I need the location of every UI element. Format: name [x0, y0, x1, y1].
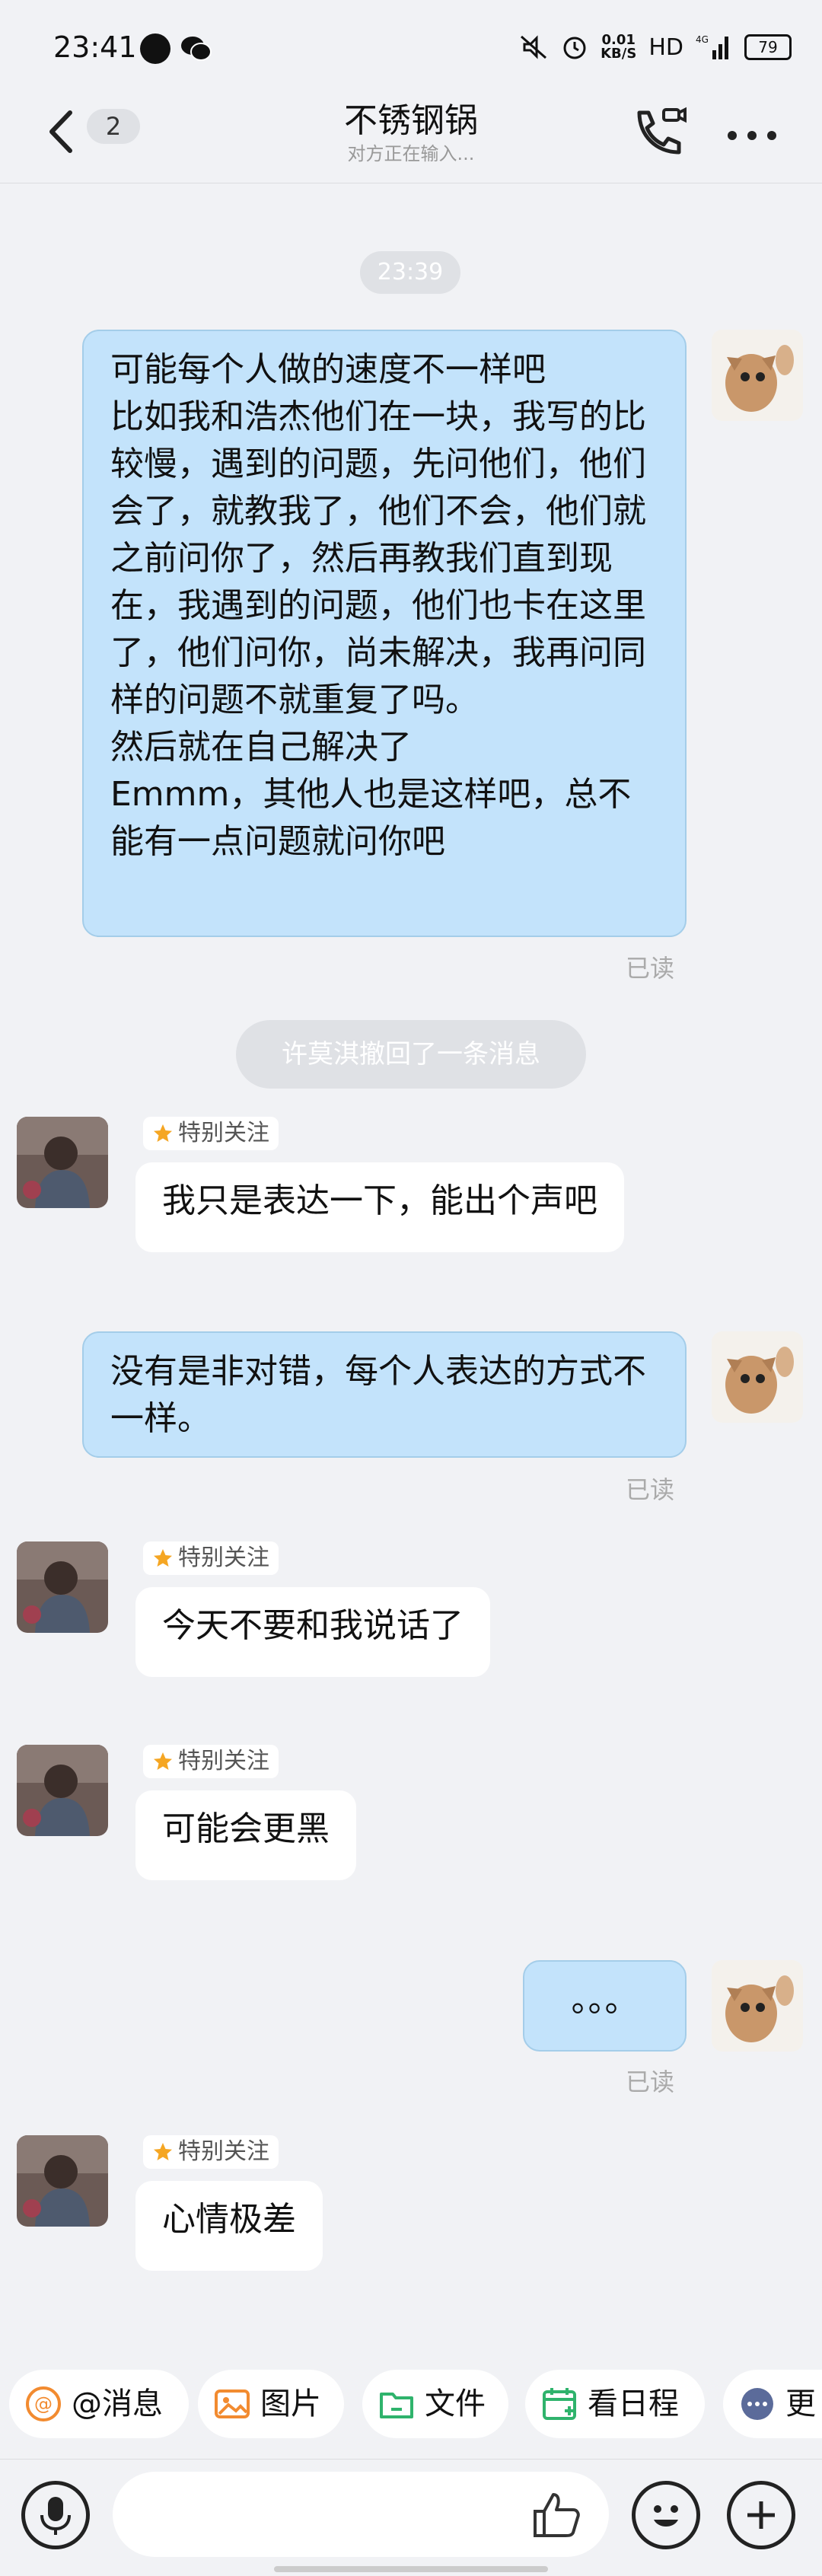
message-text: 。。。: [571, 1981, 639, 2020]
special-follow-tag: 特别关注: [143, 1745, 279, 1778]
microphone-icon: [40, 2497, 71, 2535]
typing-status: 对方正在输入...: [347, 143, 475, 164]
message-bubble-theirs[interactable]: 心情极差: [135, 2181, 323, 2271]
message-text: 心情极差: [162, 2200, 296, 2239]
message-text: 可能会更黑: [162, 1809, 330, 1848]
file-button[interactable]: 文件: [362, 2370, 508, 2438]
recall-notice: 许莫淇撤回了一条消息: [236, 1020, 586, 1089]
signal-icon: 4G: [696, 34, 728, 59]
special-follow-tag: 特别关注: [143, 1117, 279, 1150]
at-message-button[interactable]: @ @消息: [9, 2370, 189, 2438]
my-avatar[interactable]: [712, 1331, 803, 1423]
message-text: 今天不要和我说话了: [162, 1606, 464, 1645]
message-bubble-theirs[interactable]: 今天不要和我说话了: [135, 1587, 490, 1677]
calendar-icon: [543, 2388, 576, 2420]
call-icon[interactable]: [629, 102, 690, 163]
contact-avatar-image: [17, 1117, 108, 1208]
special-follow-tag: 特别关注: [143, 1541, 279, 1575]
message-text: 我只是表达一下，能出个声吧: [162, 1181, 597, 1220]
star-icon: [154, 1752, 172, 1770]
mute-icon: [521, 35, 547, 59]
alarm-icon: [563, 37, 586, 59]
contact-avatar[interactable]: [17, 1541, 108, 1633]
wechat-icon: [181, 37, 212, 61]
contact-avatar-image: [17, 2135, 108, 2227]
message-bubble-mine[interactable]: 可能每个人做的速度不一样吧 比如我和浩杰他们在一块，我写的比较慢，遇到的问题，先…: [82, 330, 687, 937]
star-icon: [154, 2143, 172, 2160]
home-indicator: [274, 2566, 548, 2572]
contact-avatar-image: [17, 1541, 108, 1633]
at-icon: @: [26, 2386, 61, 2421]
message-bubble-theirs[interactable]: 可能会更黑: [135, 1790, 356, 1880]
more-actions-button[interactable]: 更: [723, 2370, 822, 2438]
image-icon: [215, 2389, 250, 2418]
my-avatar[interactable]: [712, 330, 803, 421]
message-text: 可能每个人做的速度不一样吧 比如我和浩杰他们在一块，我写的比较慢，遇到的问题，先…: [110, 350, 646, 861]
chat-title: 不锈钢锅: [344, 101, 478, 140]
kitten-avatar-image: [712, 330, 803, 421]
more-icon[interactable]: [722, 120, 782, 151]
message-timestamp: 23:39: [360, 251, 460, 294]
message-bubble-mine[interactable]: 没有是非对错，每个人表达的方式不一样。: [82, 1331, 687, 1458]
more-circle-icon: [741, 2388, 773, 2420]
thumbs-up-icon[interactable]: [529, 2488, 582, 2542]
calendar-button[interactable]: 看日程: [525, 2370, 705, 2438]
kitten-avatar-image: [712, 1331, 803, 1423]
emoji-icon: [654, 2505, 678, 2527]
my-avatar[interactable]: [712, 1960, 803, 2052]
svg-text:4G: 4G: [696, 34, 709, 45]
app-notification-icon: [140, 33, 170, 64]
read-receipt: 已读: [626, 2067, 675, 2096]
message-bubble-mine[interactable]: 。。。: [523, 1960, 687, 2052]
star-icon: [154, 1124, 172, 1142]
plus-icon: [747, 2501, 775, 2529]
special-follow-tag: 特别关注: [143, 2135, 279, 2169]
svg-text:@: @: [34, 2393, 53, 2415]
contact-avatar[interactable]: [17, 2135, 108, 2227]
status-time: 23:41: [53, 30, 137, 64]
battery-indicator: 79: [744, 34, 792, 60]
quick-action-bar: @ @消息 图片 文件 看日程 更: [0, 2364, 822, 2440]
voice-button[interactable]: [21, 2481, 90, 2549]
status-indicators: 0.01 KB/S HD 4G 79: [518, 30, 792, 64]
chat-header: 2 不锈钢锅 对方正在输入...: [0, 84, 822, 183]
network-speed: 0.01 KB/S: [601, 32, 637, 62]
read-receipt: 已读: [626, 954, 675, 983]
kitten-avatar-image: [712, 1960, 803, 2052]
emoji-button[interactable]: [632, 2481, 700, 2549]
contact-avatar[interactable]: [17, 1117, 108, 1208]
message-bubble-theirs[interactable]: 我只是表达一下，能出个声吧: [135, 1162, 624, 1252]
hd-indicator: HD: [648, 33, 683, 61]
contact-avatar-image: [17, 1745, 108, 1836]
message-text: 没有是非对错，每个人表达的方式不一样。: [110, 1352, 646, 1438]
star-icon: [154, 1549, 172, 1567]
read-receipt: 已读: [626, 1475, 675, 1504]
input-bar: [0, 2459, 822, 2576]
folder-icon: [380, 2393, 413, 2418]
image-button[interactable]: 图片: [198, 2370, 344, 2438]
contact-avatar[interactable]: [17, 1745, 108, 1836]
add-button[interactable]: [727, 2481, 795, 2549]
